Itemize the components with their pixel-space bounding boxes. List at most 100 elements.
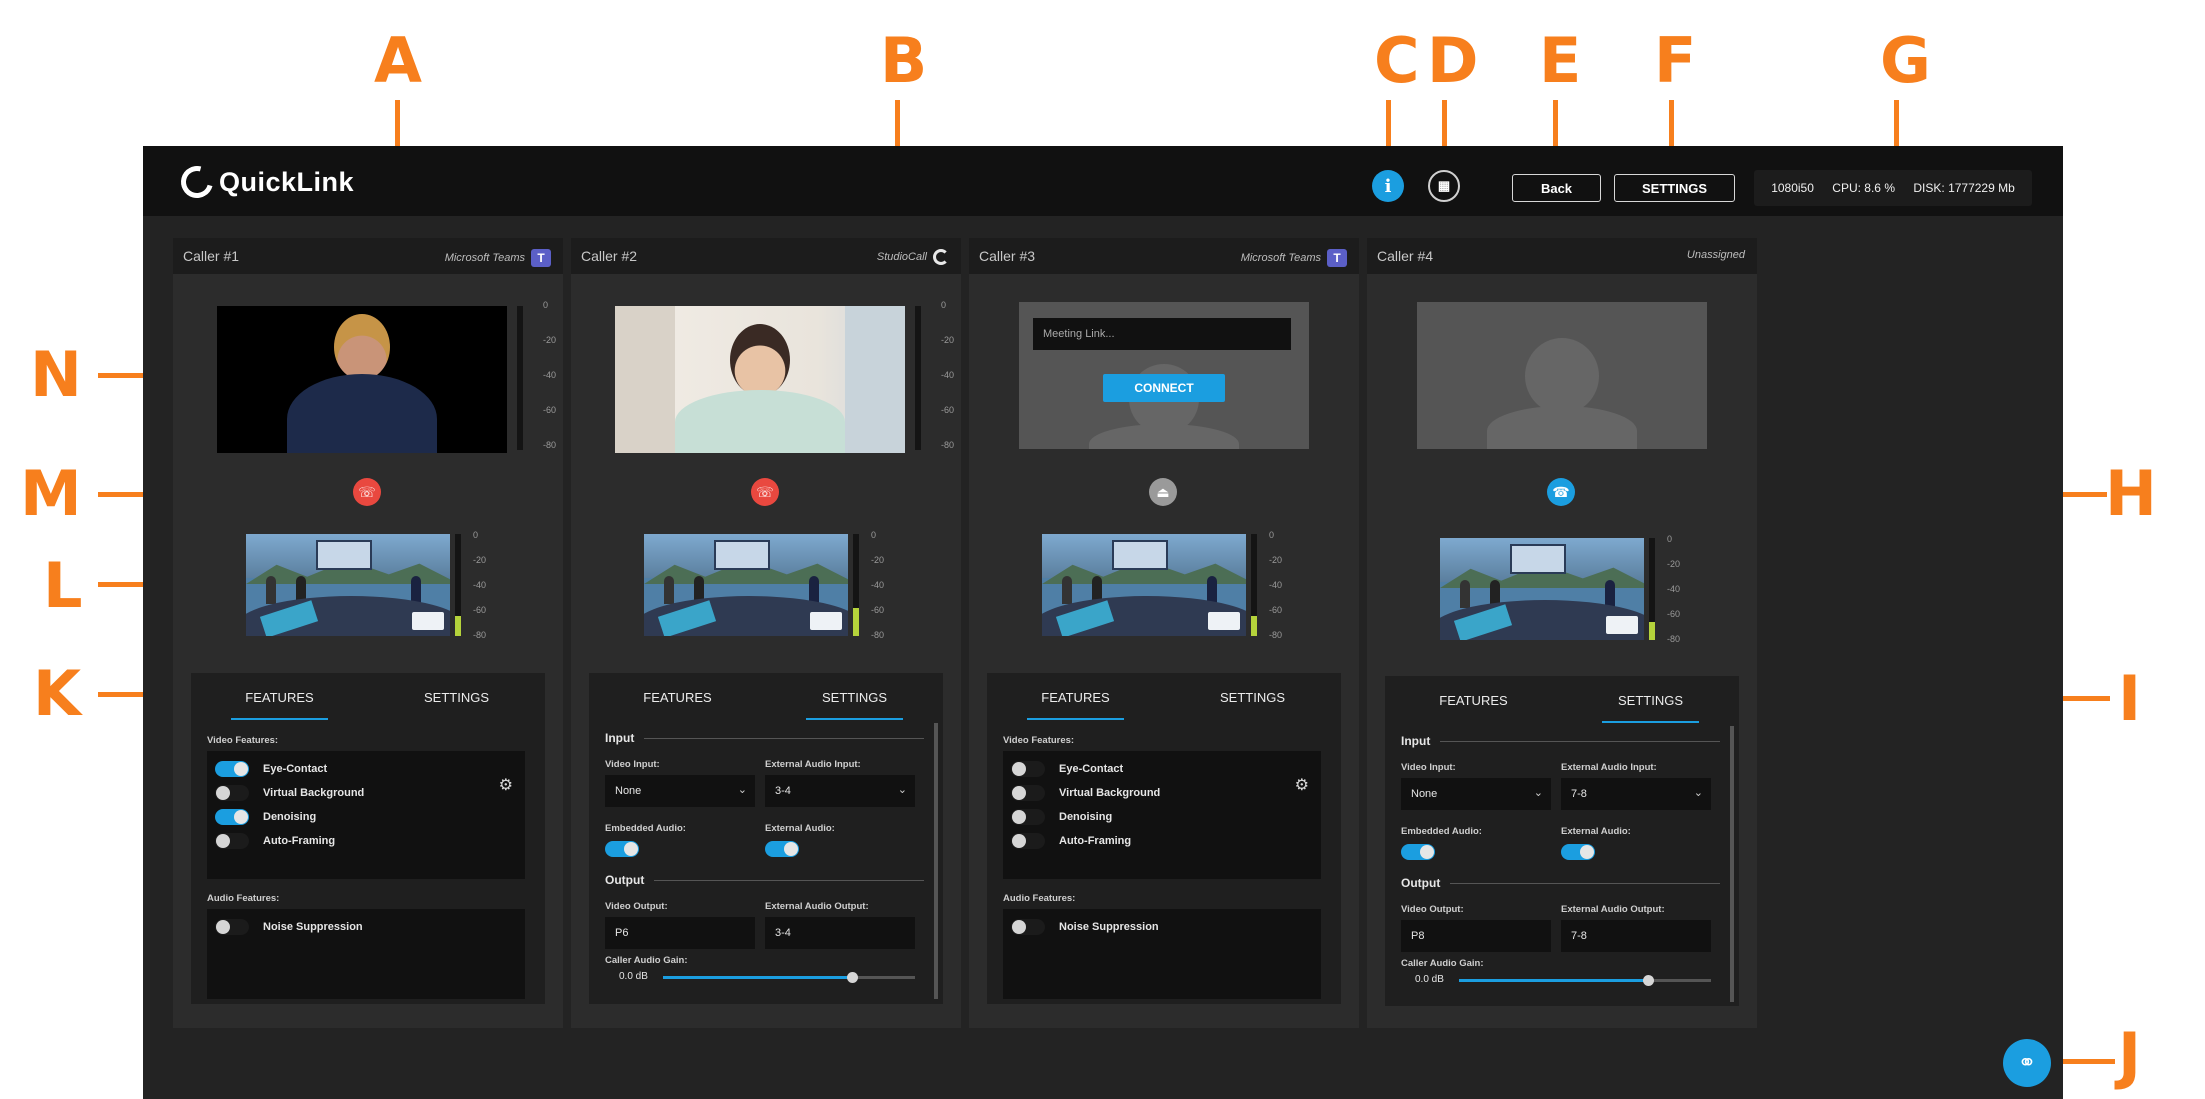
features-content: Video Features: Eye-Contact Virtual Back… [987,721,1341,1004]
chevron-down-icon: ⌄ [1693,787,1703,799]
video-output-label: Video Output: [1401,904,1464,915]
tab-features[interactable]: FEATURES [987,673,1164,721]
chevron-down-icon: ⌄ [1533,787,1543,799]
annotation-l: L [43,549,83,622]
video-features-box: Eye-Contact Virtual Background Denoising… [1003,751,1321,879]
hangup-button[interactable]: ☏ [353,478,381,506]
calendar-icon[interactable]: ▦ [1428,170,1460,202]
video-output-label: Video Output: [605,901,668,912]
return-video [1042,534,1246,636]
dial-button[interactable]: ☎ [1547,478,1575,506]
external-audio-label: External Audio: [765,823,835,834]
caller-name: Caller #3 [979,248,1036,264]
eject-button[interactable]: ⏏ [1149,478,1177,506]
embedded-audio-toggle[interactable] [1401,844,1435,860]
studiocall-icon [933,249,949,265]
ext-audio-output-field[interactable]: 3-4 [765,917,915,949]
caller-name: Caller #1 [183,248,240,264]
audio-features-label: Audio Features: [1003,893,1076,904]
meter-scale: 0 -20 -40 -60 -80 [941,300,955,450]
features-content: Video Features: Eye-Contact Virtual Back… [191,721,545,1004]
feature-virtual-background: Virtual Background [1011,785,1160,801]
avatar-placeholder-icon [1487,338,1637,449]
caller-platform: Unassigned [1687,249,1745,261]
annotation-m: M [20,457,82,530]
auto-framing-toggle[interactable] [215,833,249,849]
annotation-n: N [30,338,82,411]
settings-button[interactable]: SETTINGS [1614,174,1735,202]
return-audio-meter [853,534,859,636]
back-button[interactable]: Back [1512,174,1601,202]
eye-contact-toggle[interactable] [1011,761,1045,777]
denoising-toggle[interactable] [1011,809,1045,825]
embedded-audio-label: Embedded Audio: [1401,826,1482,837]
feature-noise-suppression: Noise Suppression [215,919,363,935]
meter-scale: 0 -20 -40 -60 -80 [543,300,557,450]
external-audio-toggle[interactable] [1561,844,1595,860]
ext-audio-output-label: External Audio Output: [765,901,869,912]
gain-label: Caller Audio Gain: [605,955,688,966]
ext-audio-output-field[interactable]: 7-8 [1561,920,1711,952]
gain-slider[interactable] [1459,975,1711,986]
tab-settings[interactable]: SETTINGS [368,673,545,721]
ext-audio-input-label: External Audio Input: [1561,762,1657,773]
auto-framing-toggle[interactable] [1011,833,1045,849]
caller-video-placeholder: Meeting Link... CONNECT [1019,302,1309,449]
ext-audio-input-select[interactable]: 7-8 ⌄ [1561,778,1711,810]
video-input-label: Video Input: [1401,762,1456,773]
caller-audio-meter [915,306,921,450]
annotation-g: G [1880,24,1931,97]
feature-noise-suppression: Noise Suppression [1011,919,1159,935]
ext-audio-input-select[interactable]: 3-4 ⌄ [765,775,915,807]
caller-name: Caller #2 [581,248,638,264]
video-input-select[interactable]: None ⌄ [1401,778,1551,810]
hangup-button[interactable]: ☏ [751,478,779,506]
noise-suppression-toggle[interactable] [215,919,249,935]
gain-slider[interactable] [663,972,915,983]
quicklink-logo: QuickLink [175,160,354,204]
external-audio-toggle[interactable] [765,841,799,857]
connect-button[interactable]: CONNECT [1103,374,1225,402]
video-output-field[interactable]: P8 [1401,920,1551,952]
caller-header: Caller #3 Microsoft Teams T [969,238,1359,274]
caller-platform: Microsoft Teams T [445,249,551,267]
video-output-field[interactable]: P6 [605,917,755,949]
external-audio-label: External Audio: [1561,826,1631,837]
info-icon[interactable]: i [1372,170,1404,202]
gear-icon[interactable]: ⚙ [1295,775,1309,795]
gear-icon[interactable]: ⚙ [499,775,513,795]
tab-features[interactable]: FEATURES [1385,676,1562,724]
quicklink-app: QuickLink i ▦ Back SETTINGS 1080i50 CPU:… [143,146,2063,1099]
denoising-toggle[interactable] [215,809,249,825]
annotation-k: K [33,657,82,730]
annotation-i: I [2118,662,2142,735]
tab-settings[interactable]: SETTINGS [1562,676,1739,724]
settings-scrollbar[interactable] [934,723,938,999]
audio-features-box: Noise Suppression [207,909,525,999]
return-meter-scale: 0 -20 -40 -60 -80 [871,530,885,640]
meeting-link-input[interactable]: Meeting Link... [1033,318,1291,350]
virtual-background-toggle[interactable] [215,785,249,801]
tab-features[interactable]: FEATURES [191,673,368,721]
input-heading: Input [1401,734,1721,748]
headset-support-icon[interactable]: ⚭ [2003,1039,2051,1087]
caller-video [217,306,507,453]
embedded-audio-toggle[interactable] [605,841,639,857]
return-audio-meter [455,534,461,636]
ext-audio-input-label: External Audio Input: [765,759,861,770]
tab-features[interactable]: FEATURES [589,673,766,721]
eye-contact-toggle[interactable] [215,761,249,777]
tab-settings[interactable]: SETTINGS [766,673,943,721]
video-input-select[interactable]: None ⌄ [605,775,755,807]
ext-audio-output-label: External Audio Output: [1561,904,1665,915]
caller-header: Caller #2 StudioCall [571,238,961,274]
virtual-background-toggle[interactable] [1011,785,1045,801]
gain-value: 0.0 dB [619,971,648,982]
tab-settings[interactable]: SETTINGS [1164,673,1341,721]
noise-suppression-toggle[interactable] [1011,919,1045,935]
feature-denoising: Denoising [215,809,316,825]
input-heading: Input [605,731,925,745]
chevron-down-icon: ⌄ [737,784,747,796]
quicklink-logo-icon [175,160,219,204]
settings-scrollbar[interactable] [1730,726,1734,1002]
